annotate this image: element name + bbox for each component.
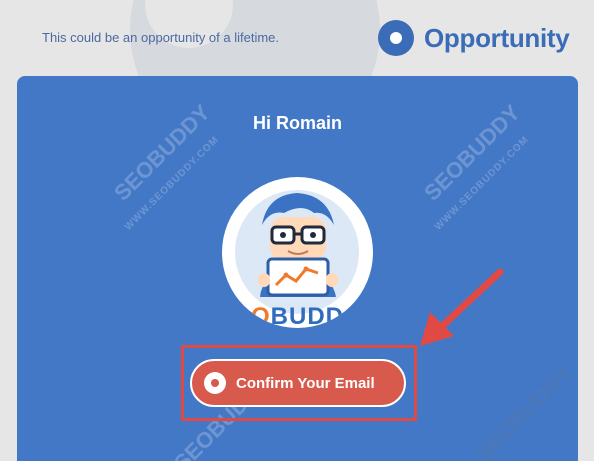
- annotation-arrow: [420, 268, 504, 346]
